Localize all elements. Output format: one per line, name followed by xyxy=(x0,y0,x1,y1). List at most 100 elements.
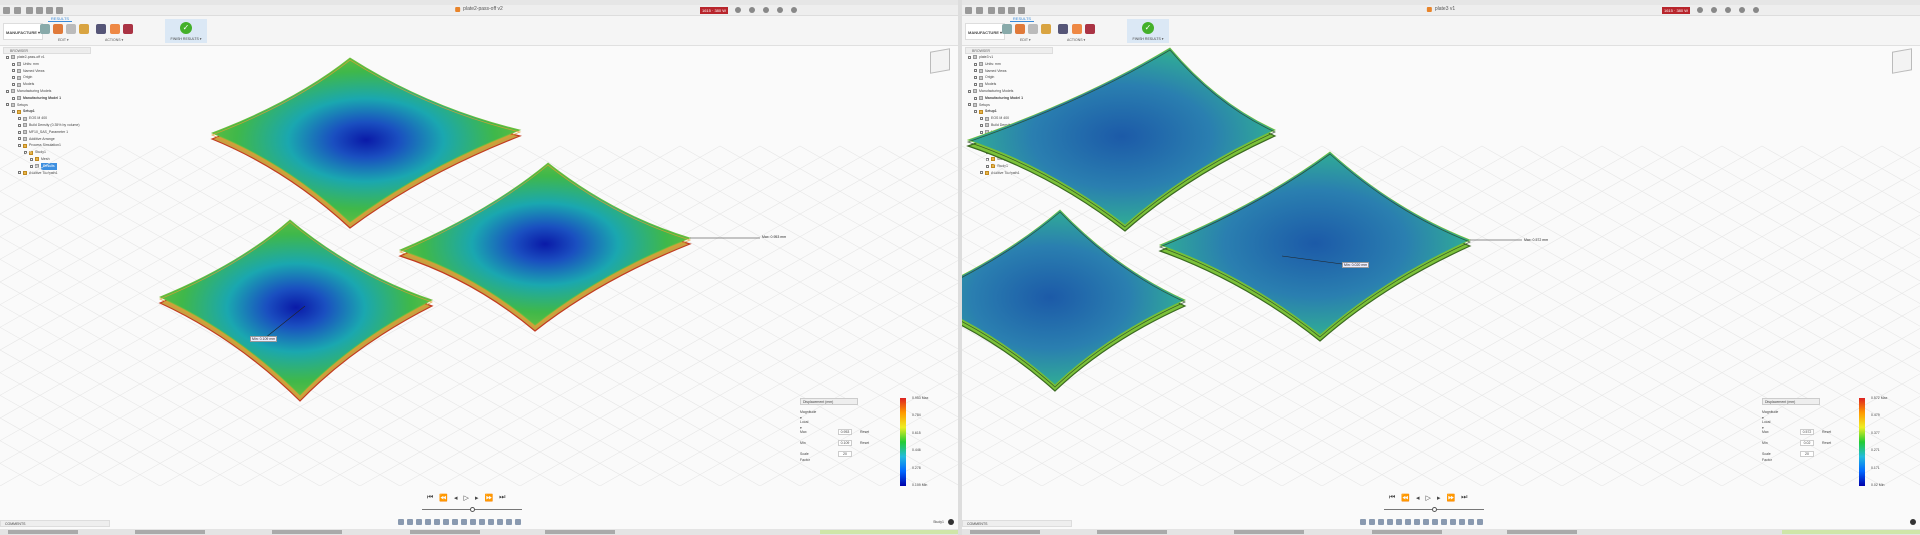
max-input[interactable]: 0.953 xyxy=(838,429,852,435)
scale-factor-input[interactable]: 20 xyxy=(1800,451,1814,457)
play-icon[interactable]: ▷ xyxy=(464,494,469,502)
section-icon[interactable] xyxy=(1441,519,1447,525)
prev-icon[interactable]: ◂ xyxy=(1416,494,1420,502)
playback-slider[interactable] xyxy=(422,507,522,512)
comments-panel[interactable]: COMMENTS xyxy=(962,520,1072,527)
inspect-icon[interactable] xyxy=(1041,24,1051,34)
viewports-icon[interactable] xyxy=(470,519,476,525)
undo-icon[interactable] xyxy=(36,7,43,14)
settings-icon[interactable] xyxy=(948,519,954,525)
result-type-dropdown[interactable]: Displacement (mm) xyxy=(1762,398,1820,405)
min-input[interactable]: 0.02 xyxy=(1800,440,1814,446)
redo-icon[interactable] xyxy=(1008,7,1015,14)
profile-icon[interactable] xyxy=(791,7,797,13)
pan-icon[interactable] xyxy=(1369,519,1375,525)
finish-results-button[interactable]: ✓ FINISH RESULTS ▾ xyxy=(165,19,207,43)
step-forward-icon[interactable]: ⏩ xyxy=(1446,494,1455,502)
next-icon[interactable]: ▸ xyxy=(1437,494,1441,502)
display-icon[interactable] xyxy=(443,519,449,525)
min-input[interactable]: 0.109 xyxy=(838,440,852,446)
edit-group-label[interactable]: EDIT ▾ xyxy=(1020,38,1031,42)
slider-handle[interactable] xyxy=(1432,507,1437,512)
save-icon[interactable] xyxy=(988,7,995,14)
plate-result-1[interactable] xyxy=(966,47,1277,232)
actions-group-label[interactable]: ACTIONS ▾ xyxy=(105,38,123,42)
slider-handle[interactable] xyxy=(470,507,475,512)
help-icon[interactable] xyxy=(1739,7,1745,13)
grid-icon[interactable] xyxy=(1423,519,1429,525)
viewcube[interactable] xyxy=(930,48,950,74)
redo-icon[interactable] xyxy=(46,7,53,14)
workspace-switcher[interactable]: MANUFACTURE ▾ xyxy=(965,23,1005,40)
timeline-segment[interactable] xyxy=(545,530,615,534)
playback-slider[interactable] xyxy=(1384,507,1484,512)
timeline-current[interactable] xyxy=(1782,530,1920,534)
camera-icon[interactable] xyxy=(506,519,512,525)
undo-icon[interactable] xyxy=(998,7,1005,14)
result-type-dropdown[interactable]: Displacement (mm) xyxy=(800,398,858,405)
max-input[interactable]: 0.572 xyxy=(1800,429,1814,435)
measure-icon[interactable] xyxy=(497,519,503,525)
animate-icon[interactable] xyxy=(1072,24,1082,34)
results-icon[interactable] xyxy=(1015,24,1025,34)
probe-icon[interactable] xyxy=(488,519,494,525)
min-reset-button[interactable]: Reset xyxy=(1822,440,1831,446)
prev-icon[interactable]: ◂ xyxy=(454,494,458,502)
probe-icon[interactable] xyxy=(1450,519,1456,525)
compare-icon[interactable] xyxy=(66,24,76,34)
measure-icon[interactable] xyxy=(1459,519,1465,525)
settings-icon[interactable] xyxy=(1910,519,1916,525)
grid-icon[interactable] xyxy=(965,7,972,14)
max-reset-button[interactable]: Reset xyxy=(1822,429,1831,435)
comments-panel[interactable]: COMMENTS xyxy=(0,520,110,527)
fit-icon[interactable] xyxy=(1387,519,1393,525)
pan-icon[interactable] xyxy=(407,519,413,525)
timeline-segment[interactable] xyxy=(410,530,480,534)
report-icon[interactable] xyxy=(1085,24,1095,34)
export-icon[interactable] xyxy=(96,24,106,34)
viewports-icon[interactable] xyxy=(1432,519,1438,525)
zoom-icon[interactable] xyxy=(416,519,422,525)
job-status-icon[interactable] xyxy=(1018,7,1025,14)
effects-icon[interactable] xyxy=(1477,519,1483,525)
step-forward-icon[interactable]: ⏩ xyxy=(484,494,493,502)
compare-icon[interactable] xyxy=(1028,24,1038,34)
export-icon[interactable] xyxy=(1058,24,1068,34)
fit-icon[interactable] xyxy=(425,519,431,525)
file-icon[interactable] xyxy=(14,7,21,14)
save-icon[interactable] xyxy=(26,7,33,14)
tab-results[interactable]: RESULTS xyxy=(48,16,72,22)
next-icon[interactable]: ▸ xyxy=(475,494,479,502)
skip-end-icon[interactable]: ⏭ xyxy=(499,494,505,502)
timeline-segment[interactable] xyxy=(1097,530,1167,534)
timeline-bar[interactable] xyxy=(0,529,958,535)
file-icon[interactable] xyxy=(976,7,983,14)
step-back-icon[interactable]: ⏪ xyxy=(439,494,448,502)
skip-end-icon[interactable]: ⏭ xyxy=(1461,494,1467,502)
timeline-current[interactable] xyxy=(820,530,958,534)
timeline-segment[interactable] xyxy=(1234,530,1304,534)
max-reset-button[interactable]: Reset xyxy=(860,429,869,435)
plate-result-3[interactable] xyxy=(398,162,692,332)
refresh-icon[interactable] xyxy=(1697,7,1703,13)
step-back-icon[interactable]: ⏪ xyxy=(1401,494,1410,502)
actions-group-label[interactable]: ACTIONS ▾ xyxy=(1067,38,1085,42)
document-tab[interactable]: plate2-pass-off v2 xyxy=(455,6,503,12)
job-status-icon[interactable] xyxy=(56,7,63,14)
section-icon[interactable] xyxy=(479,519,485,525)
notification-icon[interactable] xyxy=(1711,7,1717,13)
min-reset-button[interactable]: Reset xyxy=(860,440,869,446)
visual-style-icon[interactable] xyxy=(452,519,458,525)
animate-icon[interactable] xyxy=(110,24,120,34)
effects-icon[interactable] xyxy=(515,519,521,525)
timeline-segment[interactable] xyxy=(970,530,1040,534)
grid-icon[interactable] xyxy=(3,7,10,14)
camera-icon[interactable] xyxy=(1468,519,1474,525)
play-icon[interactable]: ▷ xyxy=(1426,494,1431,502)
plate-result-1[interactable] xyxy=(210,57,522,229)
orbit-icon[interactable] xyxy=(398,519,404,525)
grid-icon[interactable] xyxy=(461,519,467,525)
plate-result-2[interactable] xyxy=(158,219,434,402)
zoom-icon[interactable] xyxy=(1378,519,1384,525)
help-icon[interactable] xyxy=(777,7,783,13)
